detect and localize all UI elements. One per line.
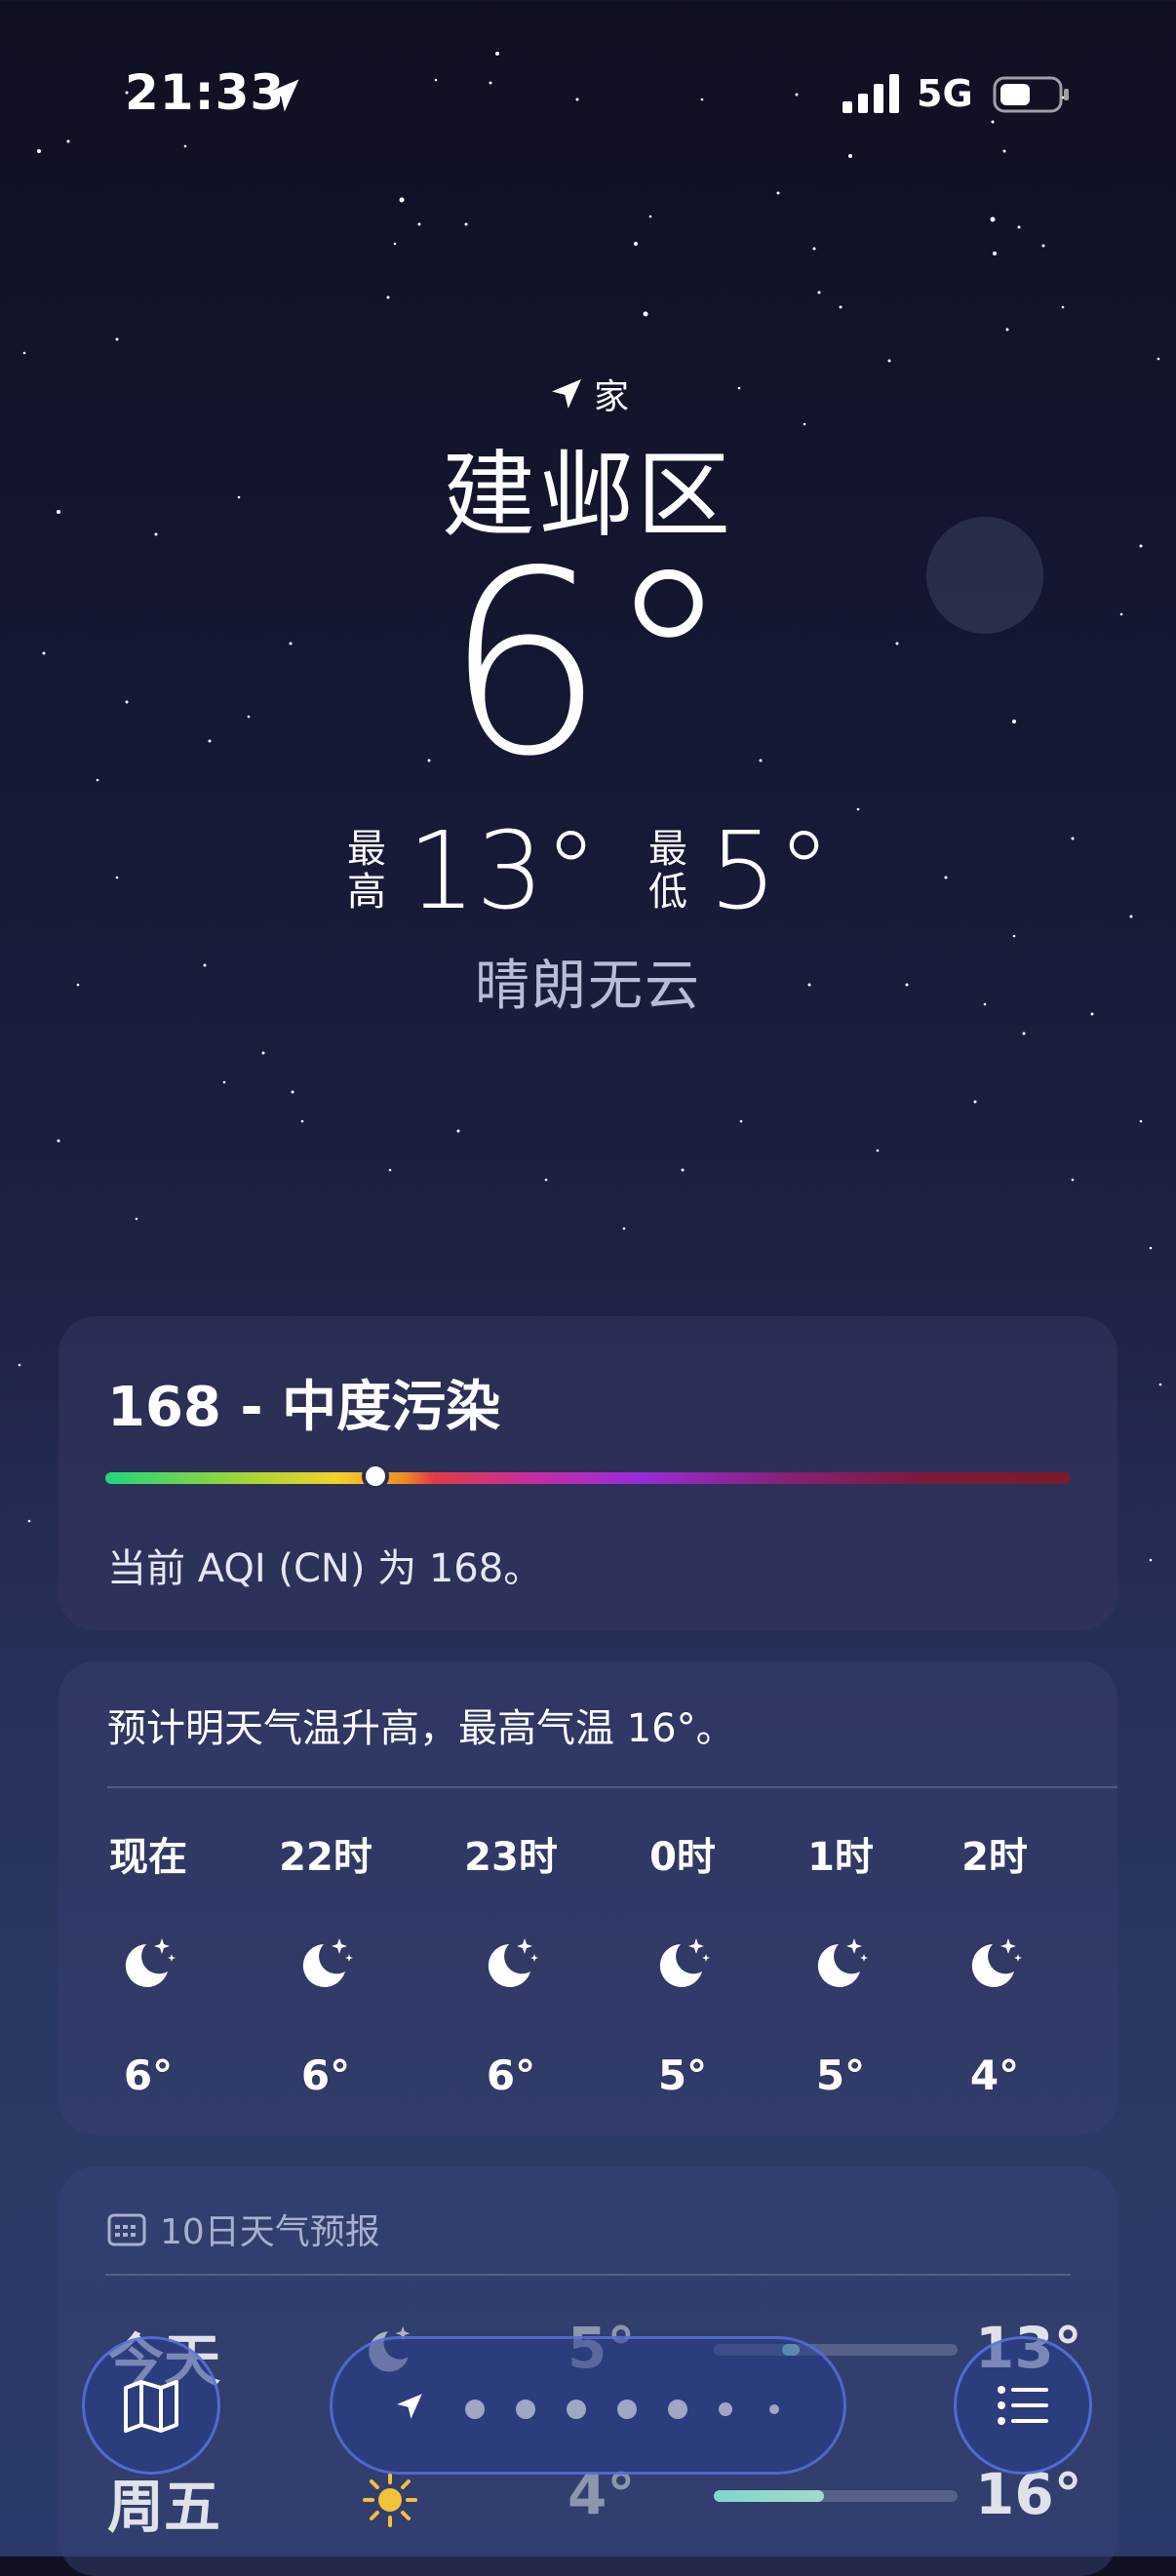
status-bar: 21:33 5G	[0, 0, 1176, 185]
map-button[interactable]	[82, 2336, 220, 2475]
location-tag: 家	[0, 369, 1176, 419]
hour-label: 2时	[961, 1835, 1028, 1880]
hourly-summary: 预计明天气温升高，最高气温 16°。	[107, 1706, 735, 1751]
battery-icon	[993, 76, 1069, 113]
temperature-range-bar	[714, 2490, 958, 2502]
hour-temperature: 6°	[486, 2051, 536, 2099]
hour-temperature: 6°	[123, 2051, 174, 2099]
location-arrow-icon	[551, 379, 581, 409]
divider	[105, 2274, 1071, 2276]
network-type: 5G	[917, 72, 973, 115]
hour-temperature: 6°	[300, 2051, 351, 2099]
temperature-range-fill	[714, 2490, 824, 2502]
clear-night-icon	[971, 1938, 1022, 1987]
aqi-indicator	[362, 1463, 390, 1490]
page-dot[interactable]	[617, 2400, 637, 2419]
aqi-scale-bar	[105, 1472, 1071, 1484]
city-list-button[interactable]	[954, 2336, 1092, 2475]
list-icon	[998, 2386, 1048, 2425]
clear-night-icon	[302, 1938, 353, 1987]
hour-label: 1时	[807, 1835, 874, 1880]
high-temperature: 13°	[408, 808, 598, 933]
weather-condition: 晴朗无云	[475, 955, 701, 1018]
sun-icon	[363, 2473, 417, 2527]
aqi-title: 168 - 中度污染	[107, 1376, 501, 1439]
low-temperature: 5°	[708, 808, 831, 933]
clear-night-icon	[125, 1938, 176, 1987]
map-icon	[124, 2380, 178, 2433]
low-label: 最低	[647, 827, 687, 915]
calendar-icon	[107, 2213, 146, 2246]
hour-temperature: 5°	[657, 2051, 708, 2099]
clear-night-icon	[488, 1938, 538, 1987]
page-dot[interactable]	[516, 2400, 535, 2419]
aqi-description: 当前 AQI (CN) 为 168。	[107, 1546, 543, 1591]
hourly-forecast-card[interactable]: 预计明天气温升高，最高气温 16°。 现在 6° 22时 6° 23时 6° 0时 5° 1时 5…	[59, 1661, 1117, 2135]
hour-temperature: 4°	[969, 2051, 1020, 2099]
hour-label: 22时	[279, 1835, 372, 1880]
hour-label: 23时	[464, 1835, 558, 1880]
page-dot[interactable]	[719, 2402, 732, 2416]
divider	[107, 1786, 1117, 1788]
current-temperature: 6°	[444, 518, 732, 812]
daily-header-label: 10日天气预报	[160, 2212, 380, 2252]
location-arrow-icon	[266, 79, 299, 112]
location-arrow-icon	[397, 2394, 422, 2419]
page-dot[interactable]	[465, 2400, 485, 2419]
location-tag-label: 家	[593, 377, 629, 417]
page-dot[interactable]	[769, 2404, 779, 2414]
signal-icon	[843, 74, 899, 113]
air-quality-card[interactable]: 168 - 中度污染 当前 AQI (CN) 为 168。	[59, 1316, 1117, 1630]
hour-label: 现在	[109, 1835, 187, 1880]
clear-night-icon	[817, 1938, 868, 1987]
high-low-temperatures: 最高 13° 最低 5°	[0, 817, 1176, 924]
hour-temperature: 5°	[815, 2051, 866, 2099]
high-label: 最高	[347, 827, 386, 915]
daily-header: 10日天气预报	[107, 2204, 380, 2254]
daily-row[interactable]: 周五 4° 16°	[59, 2461, 1117, 2558]
page-dot[interactable]	[668, 2400, 687, 2419]
page-indicator[interactable]	[330, 2336, 846, 2475]
clear-night-icon	[659, 1938, 710, 1987]
hour-label: 0时	[649, 1835, 716, 1880]
page-dot[interactable]	[567, 2400, 586, 2419]
